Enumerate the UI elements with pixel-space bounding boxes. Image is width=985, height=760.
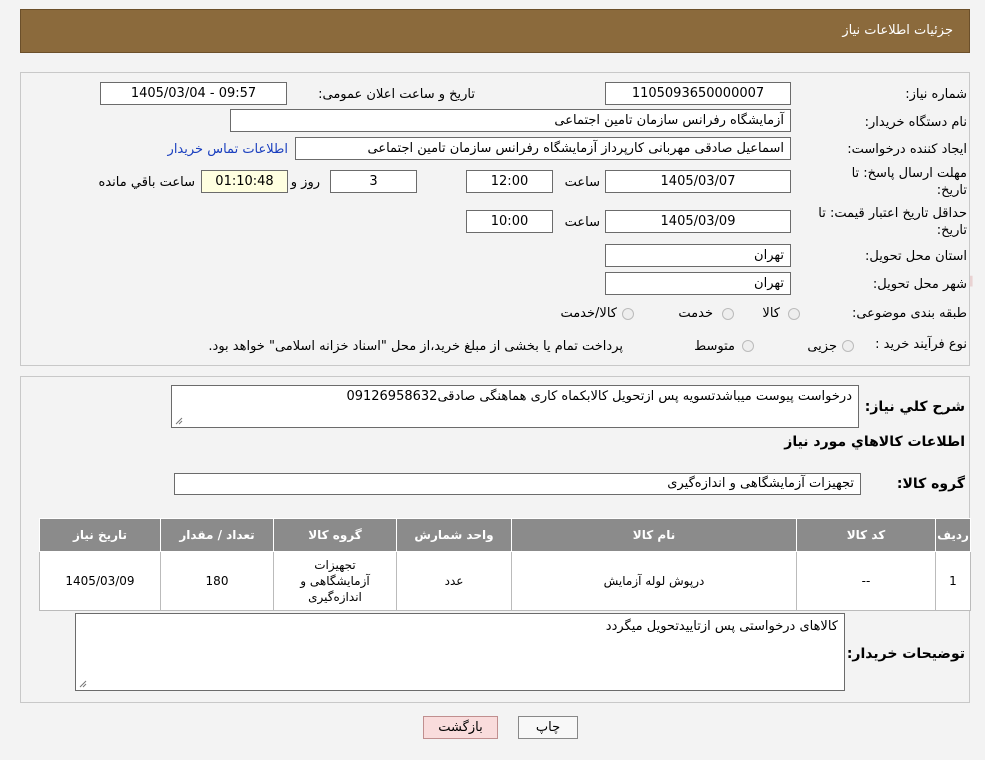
- process-radio-medium[interactable]: [742, 340, 754, 352]
- category-radio-service[interactable]: [722, 308, 734, 320]
- page-header: جزئیات اطلاعات نیاز: [20, 9, 970, 53]
- buyer-contact-link[interactable]: اطلاعات تماس خریدار: [168, 142, 288, 157]
- days-label: روز و: [290, 175, 320, 190]
- deadline-label: مهلت ارسال پاسخ: تا: [851, 166, 967, 181]
- col-header-need-date: تاریخ نیاز: [39, 518, 161, 552]
- buyer-notes-label: توضیحات خریدار:: [846, 646, 965, 662]
- announce-field: 1405/03/04 - 09:57: [100, 82, 287, 105]
- remaining-time-field: 01:10:48: [201, 170, 288, 193]
- buyer-org-field: آزمایشگاه رفرانس سازمان تامین اجتماعی: [230, 109, 791, 132]
- days-field: 3: [330, 170, 417, 193]
- validity-date-field: 1405/03/09: [605, 210, 791, 233]
- goods-group-field: تجهیزات آزمایشگاهی و اندازه‌گیری: [174, 473, 861, 495]
- summary-label: شرح کلي نیاز:: [864, 399, 965, 415]
- category-option-service: خدمت: [678, 306, 713, 321]
- deadline-time-label: ساعت: [564, 175, 600, 190]
- col-header-quantity: تعداد / مقدار: [160, 518, 274, 552]
- validity-label: حداقل تاریخ اعتبار قیمت: تا: [818, 206, 967, 221]
- items-table: ردیف کد کالا نام کالا واحد شمارش گروه کا…: [39, 518, 971, 611]
- cell-row-number: 1: [935, 551, 971, 611]
- validity-time-field: 10:00: [466, 210, 553, 233]
- need-number-label: شماره نیاز:: [905, 87, 967, 102]
- resize-grip-icon[interactable]: [175, 417, 183, 425]
- cell-goods-code: --: [796, 551, 936, 611]
- process-option-minor: جزیی: [807, 339, 837, 354]
- process-label: نوع فرآیند خرید :: [875, 337, 967, 352]
- col-header-row-number: ردیف: [935, 518, 971, 552]
- cell-unit: عدد: [396, 551, 512, 611]
- province-field: تهران: [605, 244, 791, 267]
- items-table-wrap: ردیف کد کالا نام کالا واحد شمارش گروه کا…: [39, 518, 971, 611]
- validity-time-label: ساعت: [564, 215, 600, 230]
- creator-field: اسماعیل صادقی مهربانی کارپرداز آزمایشگاه…: [295, 137, 791, 160]
- city-field: تهران: [605, 272, 791, 295]
- cell-goods-name: درپوش لوله آزمایش: [511, 551, 797, 611]
- announce-label: تاریخ و ساعت اعلان عمومی:: [318, 87, 475, 102]
- col-header-goods-code: کد کالا: [796, 518, 936, 552]
- buyer-org-label: نام دستگاه خریدار:: [864, 115, 967, 130]
- deadline-date-field: 1405/03/07: [605, 170, 791, 193]
- process-option-medium: متوسط: [694, 339, 735, 354]
- col-header-goods-name: نام کالا: [511, 518, 797, 552]
- process-note: پرداخت تمام یا بخشی از مبلغ خرید،از محل …: [208, 339, 623, 354]
- category-radio-goods-service[interactable]: [622, 308, 634, 320]
- city-label: شهر محل تحویل:: [872, 277, 967, 292]
- cell-quantity: 180: [160, 551, 274, 611]
- back-button[interactable]: بازگشت: [423, 716, 498, 739]
- category-label: طبقه بندی موضوعی:: [851, 306, 967, 321]
- col-header-goods-group: گروه کالا: [273, 518, 397, 552]
- category-option-goods: کالا: [762, 306, 780, 321]
- col-header-unit: واحد شمارش: [396, 518, 512, 552]
- need-number-field: 1105093650000007: [605, 82, 791, 105]
- category-radio-goods[interactable]: [788, 308, 800, 320]
- deadline-label-2: تاریخ:: [936, 183, 967, 198]
- cell-need-date: 1405/03/09: [39, 551, 161, 611]
- summary-text: درخواست پیوست میباشدتسویه پس ازتحویل کال…: [346, 389, 852, 404]
- print-button[interactable]: چاپ: [518, 716, 578, 739]
- buyer-notes-text: کالاهای درخواستی پس ازتاییدتحویل میگردد: [605, 619, 838, 634]
- cell-goods-group: تجهیزات آزمایشگاهی و اندازه‌گیری: [273, 551, 397, 611]
- deadline-time-field: 12:00: [466, 170, 553, 193]
- buyer-notes-textarea[interactable]: کالاهای درخواستی پس ازتاییدتحویل میگردد: [75, 613, 845, 691]
- resize-grip-icon[interactable]: [79, 680, 87, 688]
- summary-textarea[interactable]: درخواست پیوست میباشدتسویه پس ازتحویل کال…: [171, 385, 859, 428]
- remaining-label: ساعت باقي مانده: [98, 175, 195, 190]
- table-row: 1 -- درپوش لوله آزمایش عدد تجهیزات آزمای…: [39, 551, 971, 611]
- province-label: استان محل تحویل:: [865, 249, 967, 264]
- goods-info-title: اطلاعات کالاهاي مورد نیاز: [784, 434, 965, 450]
- table-header-row: ردیف کد کالا نام کالا واحد شمارش گروه کا…: [39, 518, 971, 552]
- goods-group-label: گروه کالا:: [896, 476, 965, 492]
- validity-label-2: تاریخ:: [936, 223, 967, 238]
- page-title: جزئیات اطلاعات نیاز: [842, 23, 953, 38]
- category-option-goods-service: کالا/خدمت: [560, 306, 617, 321]
- process-radio-minor[interactable]: [842, 340, 854, 352]
- creator-label: ایجاد کننده درخواست:: [847, 142, 967, 157]
